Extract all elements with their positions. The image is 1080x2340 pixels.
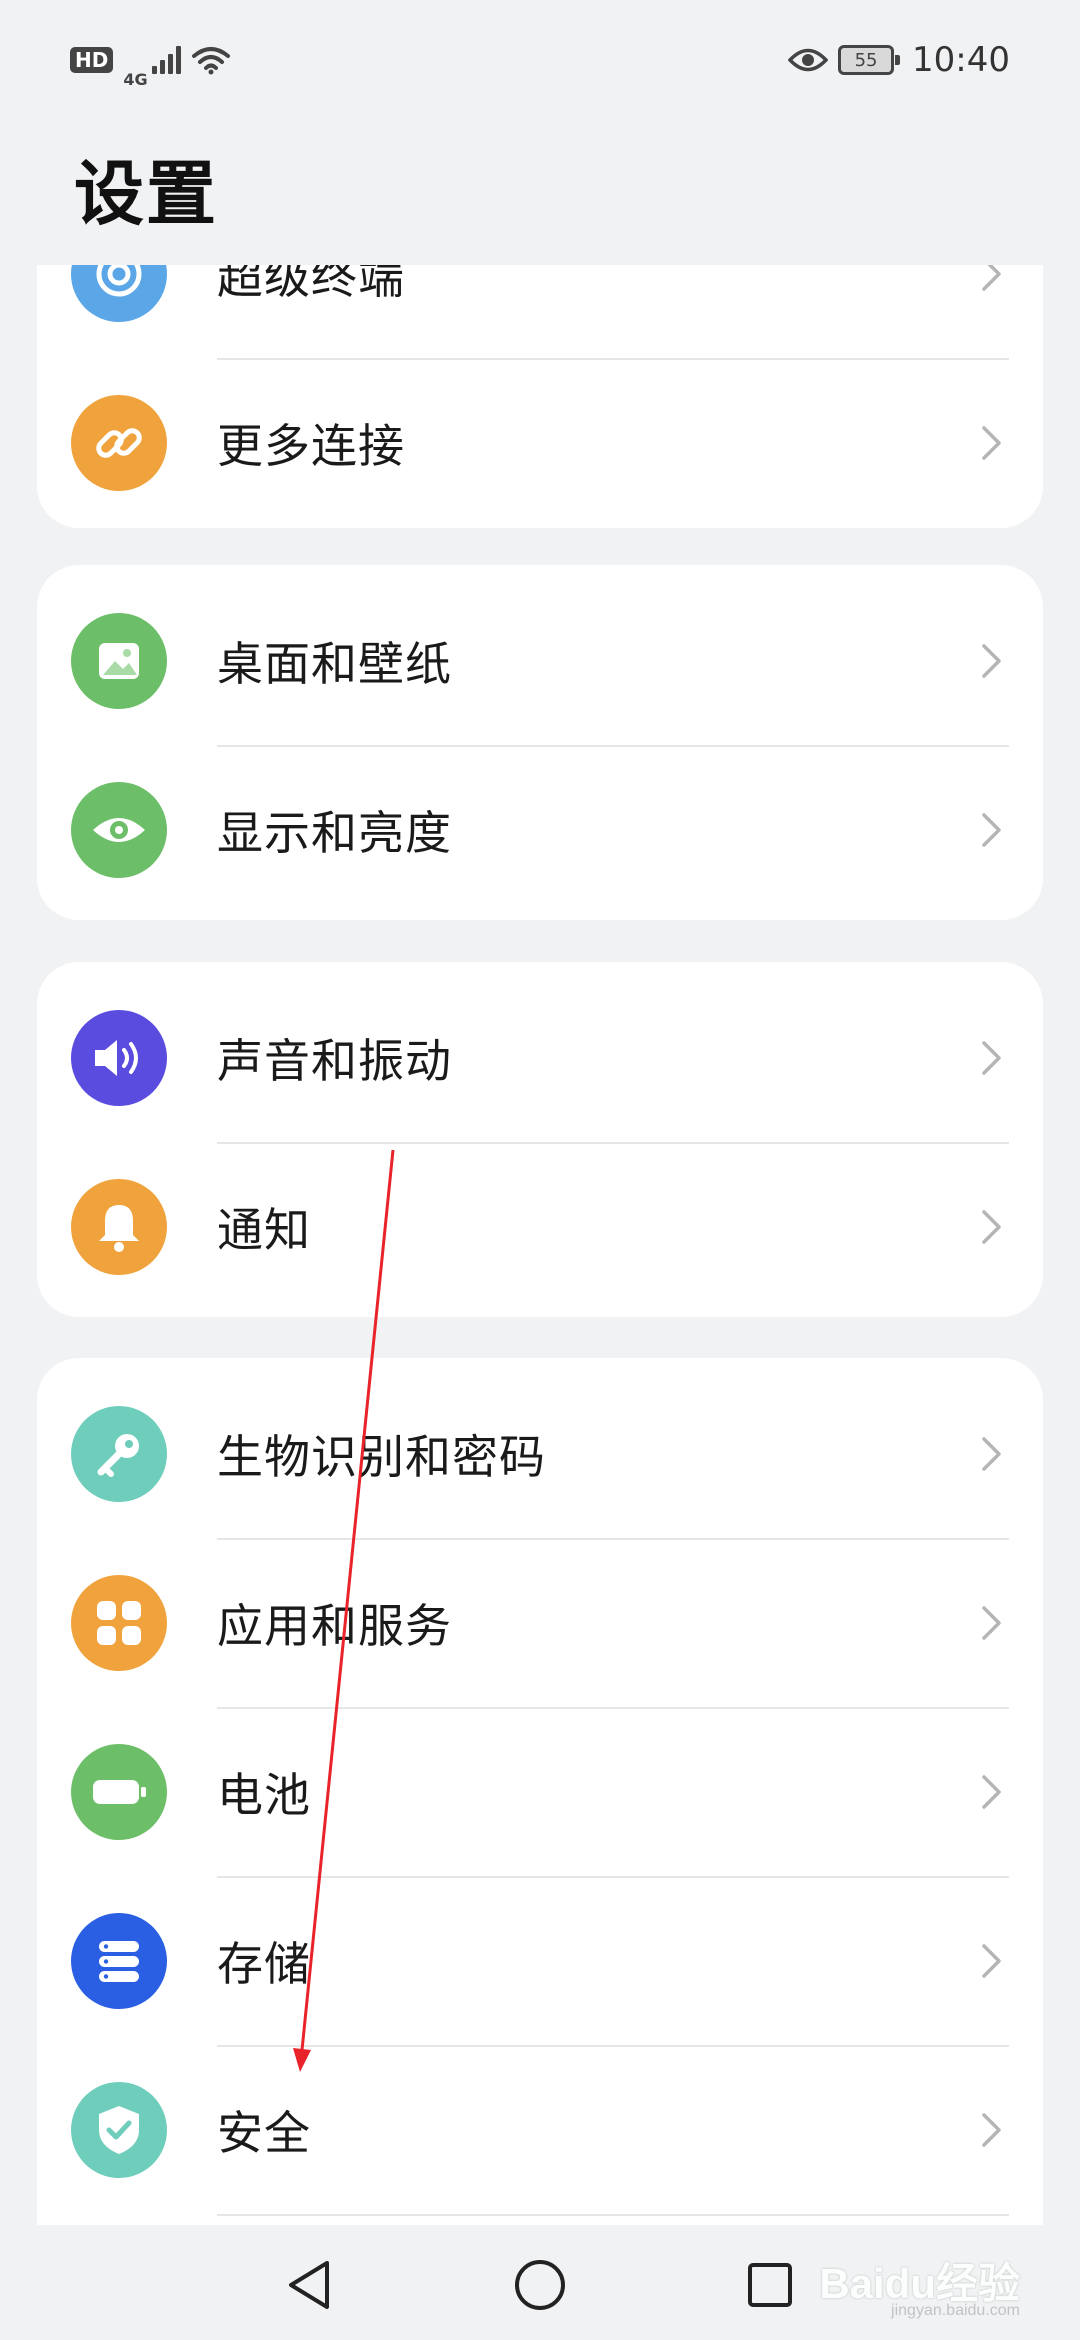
- settings-item-battery[interactable]: 电池: [37, 1708, 1043, 1876]
- speaker-icon: [71, 1010, 167, 1106]
- page-title: 设置: [74, 153, 218, 235]
- settings-item-label: 更多连接: [217, 419, 405, 473]
- settings-item-label: 安全: [217, 2106, 311, 2160]
- settings-group-connectivity: 超级终端 更多连接: [37, 265, 1043, 528]
- settings-item-label: 应用和服务: [217, 1599, 452, 1653]
- link-icon: [71, 395, 167, 491]
- signal-icon: [151, 46, 181, 74]
- chevron-right-icon: [982, 1775, 1001, 1809]
- bell-icon: [71, 1179, 167, 1275]
- network-type: 4G: [123, 69, 148, 89]
- settings-item-notifications[interactable]: 通知: [37, 1143, 1043, 1311]
- storage-icon: [71, 1913, 167, 2009]
- settings-group-sound-notifications: 声音和振动 通知: [37, 962, 1043, 1317]
- shield-icon: [71, 2082, 167, 2178]
- wallpaper-icon: [71, 613, 167, 709]
- status-bar: HD 4G 55 10:40: [0, 0, 1080, 120]
- settings-list[interactable]: 超级终端 更多连接 桌面和壁纸 显示和亮度 声音和振动 通知 生物识别和密码 应…: [0, 265, 1080, 2225]
- chevron-right-icon: [982, 1437, 1001, 1471]
- battery-indicator: 55: [838, 45, 901, 75]
- settings-item-label: 存储: [217, 1937, 311, 1991]
- settings-group-system: 生物识别和密码 应用和服务 电池 存储 安全: [37, 1358, 1043, 2225]
- settings-item-storage[interactable]: 存储: [37, 1877, 1043, 2045]
- settings-item-apps-services[interactable]: 应用和服务: [37, 1539, 1043, 1707]
- settings-item-desktop-wallpaper[interactable]: 桌面和壁纸: [37, 577, 1043, 745]
- settings-item-display-brightness[interactable]: 显示和亮度: [37, 746, 1043, 914]
- status-bar-left: HD 4G: [70, 32, 231, 89]
- chevron-right-icon: [982, 1944, 1001, 1978]
- home-button[interactable]: [510, 2255, 570, 2315]
- eye-comfort-icon: [788, 47, 829, 73]
- back-button[interactable]: [280, 2255, 340, 2315]
- apps-icon: [71, 1575, 167, 1671]
- status-bar-right: 55 10:40: [788, 40, 1010, 80]
- chevron-right-icon: [982, 644, 1001, 678]
- settings-item-sound-vibration[interactable]: 声音和振动: [37, 974, 1043, 1142]
- key-icon: [71, 1406, 167, 1502]
- chevron-right-icon: [982, 1210, 1001, 1244]
- divider: [217, 2214, 1009, 2216]
- settings-item-label: 超级终端: [217, 265, 405, 304]
- super-device-icon: [71, 265, 167, 322]
- watermark-subtext: jingyan.baidu.com: [891, 2302, 1020, 2319]
- chevron-right-icon: [982, 426, 1001, 460]
- chevron-right-icon: [982, 813, 1001, 847]
- settings-item-label: 桌面和壁纸: [217, 637, 452, 691]
- chevron-right-icon: [982, 1606, 1001, 1640]
- clock: 10:40: [912, 40, 1010, 80]
- chevron-right-icon: [982, 2113, 1001, 2147]
- hd-badge: HD: [70, 47, 114, 73]
- settings-item-biometrics-password[interactable]: 生物识别和密码: [37, 1370, 1043, 1538]
- settings-item-label: 通知: [217, 1203, 311, 1257]
- settings-item-super-device[interactable]: 超级终端: [37, 265, 1043, 358]
- settings-item-label: 显示和亮度: [217, 806, 452, 860]
- settings-item-more-connections[interactable]: 更多连接: [37, 359, 1043, 527]
- battery-icon: [71, 1744, 167, 1840]
- baidu-watermark: Baidu经验 jingyan.baidu.com: [819, 2250, 1020, 2319]
- settings-item-label: 声音和振动: [217, 1034, 452, 1088]
- settings-item-security[interactable]: 安全: [37, 2046, 1043, 2214]
- chevron-right-icon: [982, 265, 1001, 291]
- wifi-icon: [191, 45, 231, 75]
- settings-item-label: 生物识别和密码: [217, 1430, 546, 1484]
- chevron-right-icon: [982, 1041, 1001, 1075]
- settings-item-label: 电池: [217, 1768, 311, 1822]
- recents-button[interactable]: [740, 2255, 800, 2315]
- settings-group-display: 桌面和壁纸 显示和亮度: [37, 565, 1043, 920]
- eye-icon: [71, 782, 167, 878]
